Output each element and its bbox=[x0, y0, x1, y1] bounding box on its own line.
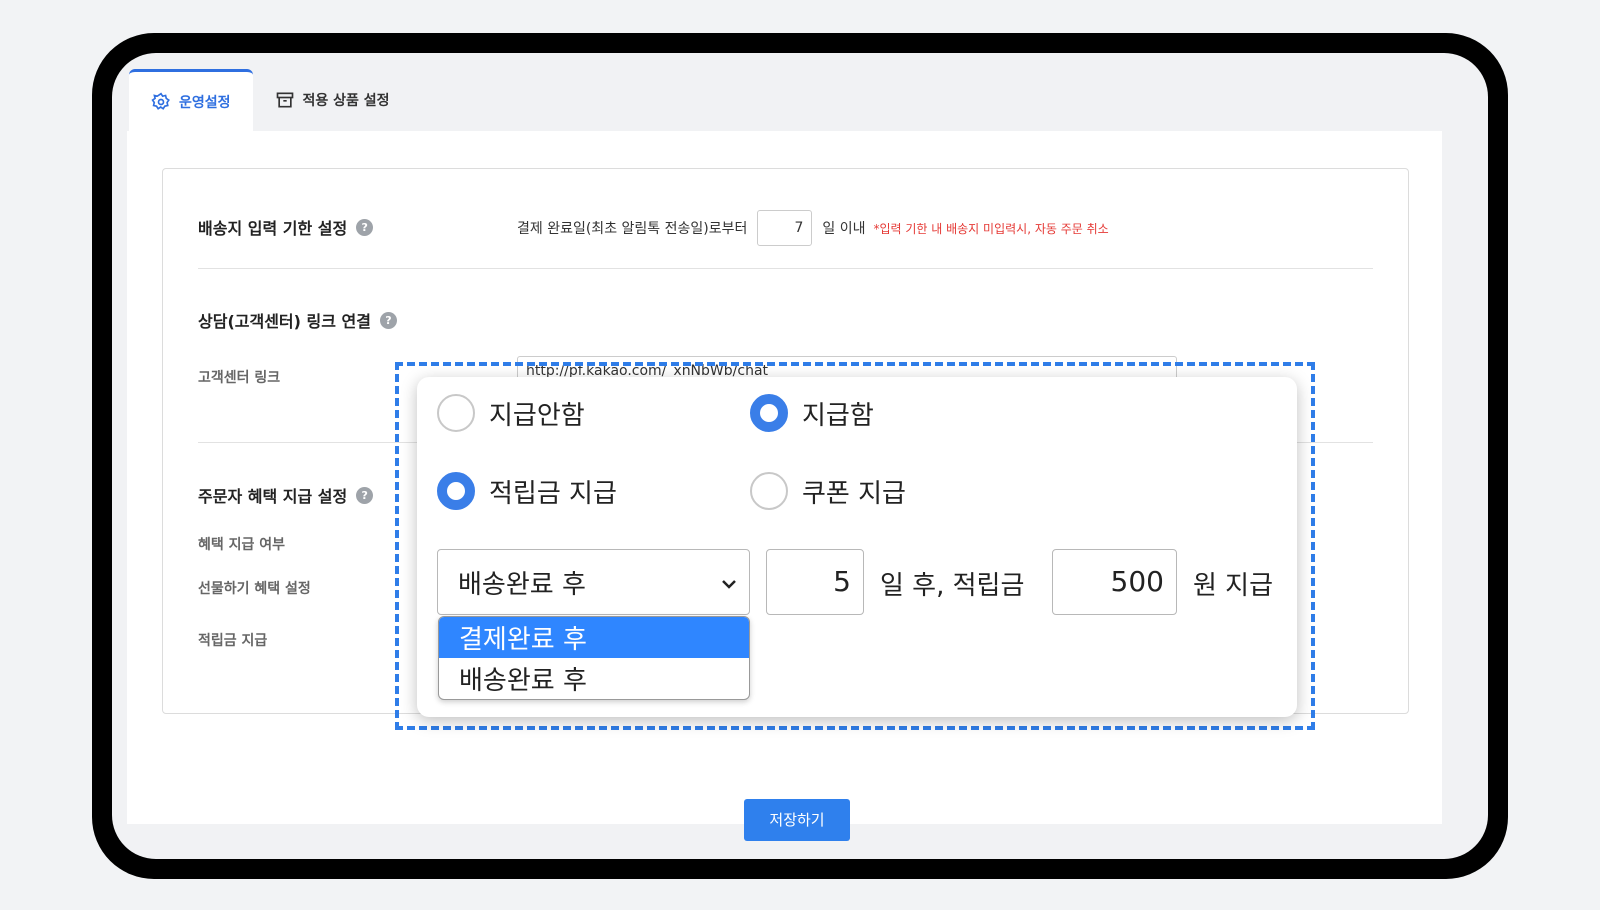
radio-label: 쿠폰 지급 bbox=[802, 478, 906, 509]
section-title-text: 상담(고객센터) 링크 연결 bbox=[198, 312, 371, 331]
consult-link-label: 고객센터 링크 bbox=[198, 370, 281, 386]
tab-bar: 운영설정 적용 상품 설정 bbox=[129, 69, 412, 131]
gift-benefit-label: 선물하기 혜택 설정 bbox=[198, 581, 311, 597]
shipping-deadline-title: 배송지 입력 기한 설정 ? bbox=[198, 215, 374, 239]
tab-label: 운영설정 bbox=[179, 94, 231, 111]
divider bbox=[198, 268, 1373, 269]
help-icon[interactable]: ? bbox=[356, 486, 374, 504]
tab-operation-settings[interactable]: 운영설정 bbox=[129, 69, 253, 131]
deadline-days-input[interactable]: 7 bbox=[757, 210, 813, 246]
save-button[interactable]: 저장하기 bbox=[744, 799, 850, 841]
benefit-pay-label: 혜택 지급 여부 bbox=[198, 537, 286, 553]
select-value: 배송완료 후 bbox=[458, 569, 586, 600]
radio-button[interactable] bbox=[750, 472, 788, 510]
consult-link-title: 상담(고객센터) 링크 연결 ? bbox=[198, 308, 397, 332]
gear-icon bbox=[151, 92, 170, 110]
dropdown-option-payment-complete[interactable]: 결제완료 후 bbox=[439, 617, 749, 658]
deadline-prefix: 결제 완료일(최초 알림톡 전송일)로부터 bbox=[517, 221, 748, 237]
deadline-warning: *입력 기한 내 배송지 미입력시, 자동 주문 취소 bbox=[873, 221, 1109, 236]
days-input[interactable]: 5 bbox=[766, 549, 864, 615]
radio-label: 적립금 지급 bbox=[489, 478, 617, 509]
radio-reward-points[interactable]: 적립금 지급 bbox=[437, 472, 617, 510]
section-title-text: 주문자 혜택 지급 설정 bbox=[198, 487, 348, 506]
tab-product-settings[interactable]: 적용 상품 설정 bbox=[253, 69, 412, 131]
radio-button-selected[interactable] bbox=[437, 472, 475, 510]
reward-pay-label: 적립금 지급 bbox=[198, 633, 268, 649]
deadline-row: 결제 완료일(최초 알림톡 전송일)로부터 7 일 이내 *입력 기한 내 배송… bbox=[517, 210, 1109, 246]
radio-label: 지급함 bbox=[802, 400, 874, 431]
deadline-suffix: 일 이내 bbox=[822, 221, 866, 237]
section-title-text: 배송지 입력 기한 설정 bbox=[198, 219, 348, 238]
benefit-title: 주문자 혜택 지급 설정 ? bbox=[198, 483, 374, 507]
timing-dropdown-list: 결제완료 후 배송완료 후 bbox=[438, 616, 750, 700]
radio-pay[interactable]: 지급함 bbox=[750, 394, 874, 432]
help-icon[interactable]: ? bbox=[379, 311, 397, 329]
amount-input[interactable]: 500 bbox=[1052, 549, 1177, 615]
timing-select[interactable]: 배송완료 후 bbox=[437, 549, 750, 615]
radio-coupon[interactable]: 쿠폰 지급 bbox=[750, 472, 906, 510]
amount-label: 원 지급 bbox=[1193, 571, 1274, 601]
days-label: 일 후, 적립금 bbox=[880, 571, 1025, 601]
help-icon[interactable]: ? bbox=[356, 218, 374, 236]
radio-no-pay[interactable]: 지급안함 bbox=[437, 394, 585, 432]
radio-button[interactable] bbox=[437, 394, 475, 432]
chevron-down-icon bbox=[722, 580, 736, 589]
tab-label: 적용 상품 설정 bbox=[302, 93, 390, 109]
dropdown-option-delivery-complete[interactable]: 배송완료 후 bbox=[439, 658, 749, 699]
radio-button-selected[interactable] bbox=[750, 394, 788, 432]
archive-box-icon bbox=[276, 92, 293, 108]
zoom-callout-panel: 지급안함 지급함 적립금 지급 쿠폰 지급 배송완료 후 5 일 후, 적립금 … bbox=[417, 377, 1297, 717]
radio-label: 지급안함 bbox=[489, 400, 585, 431]
